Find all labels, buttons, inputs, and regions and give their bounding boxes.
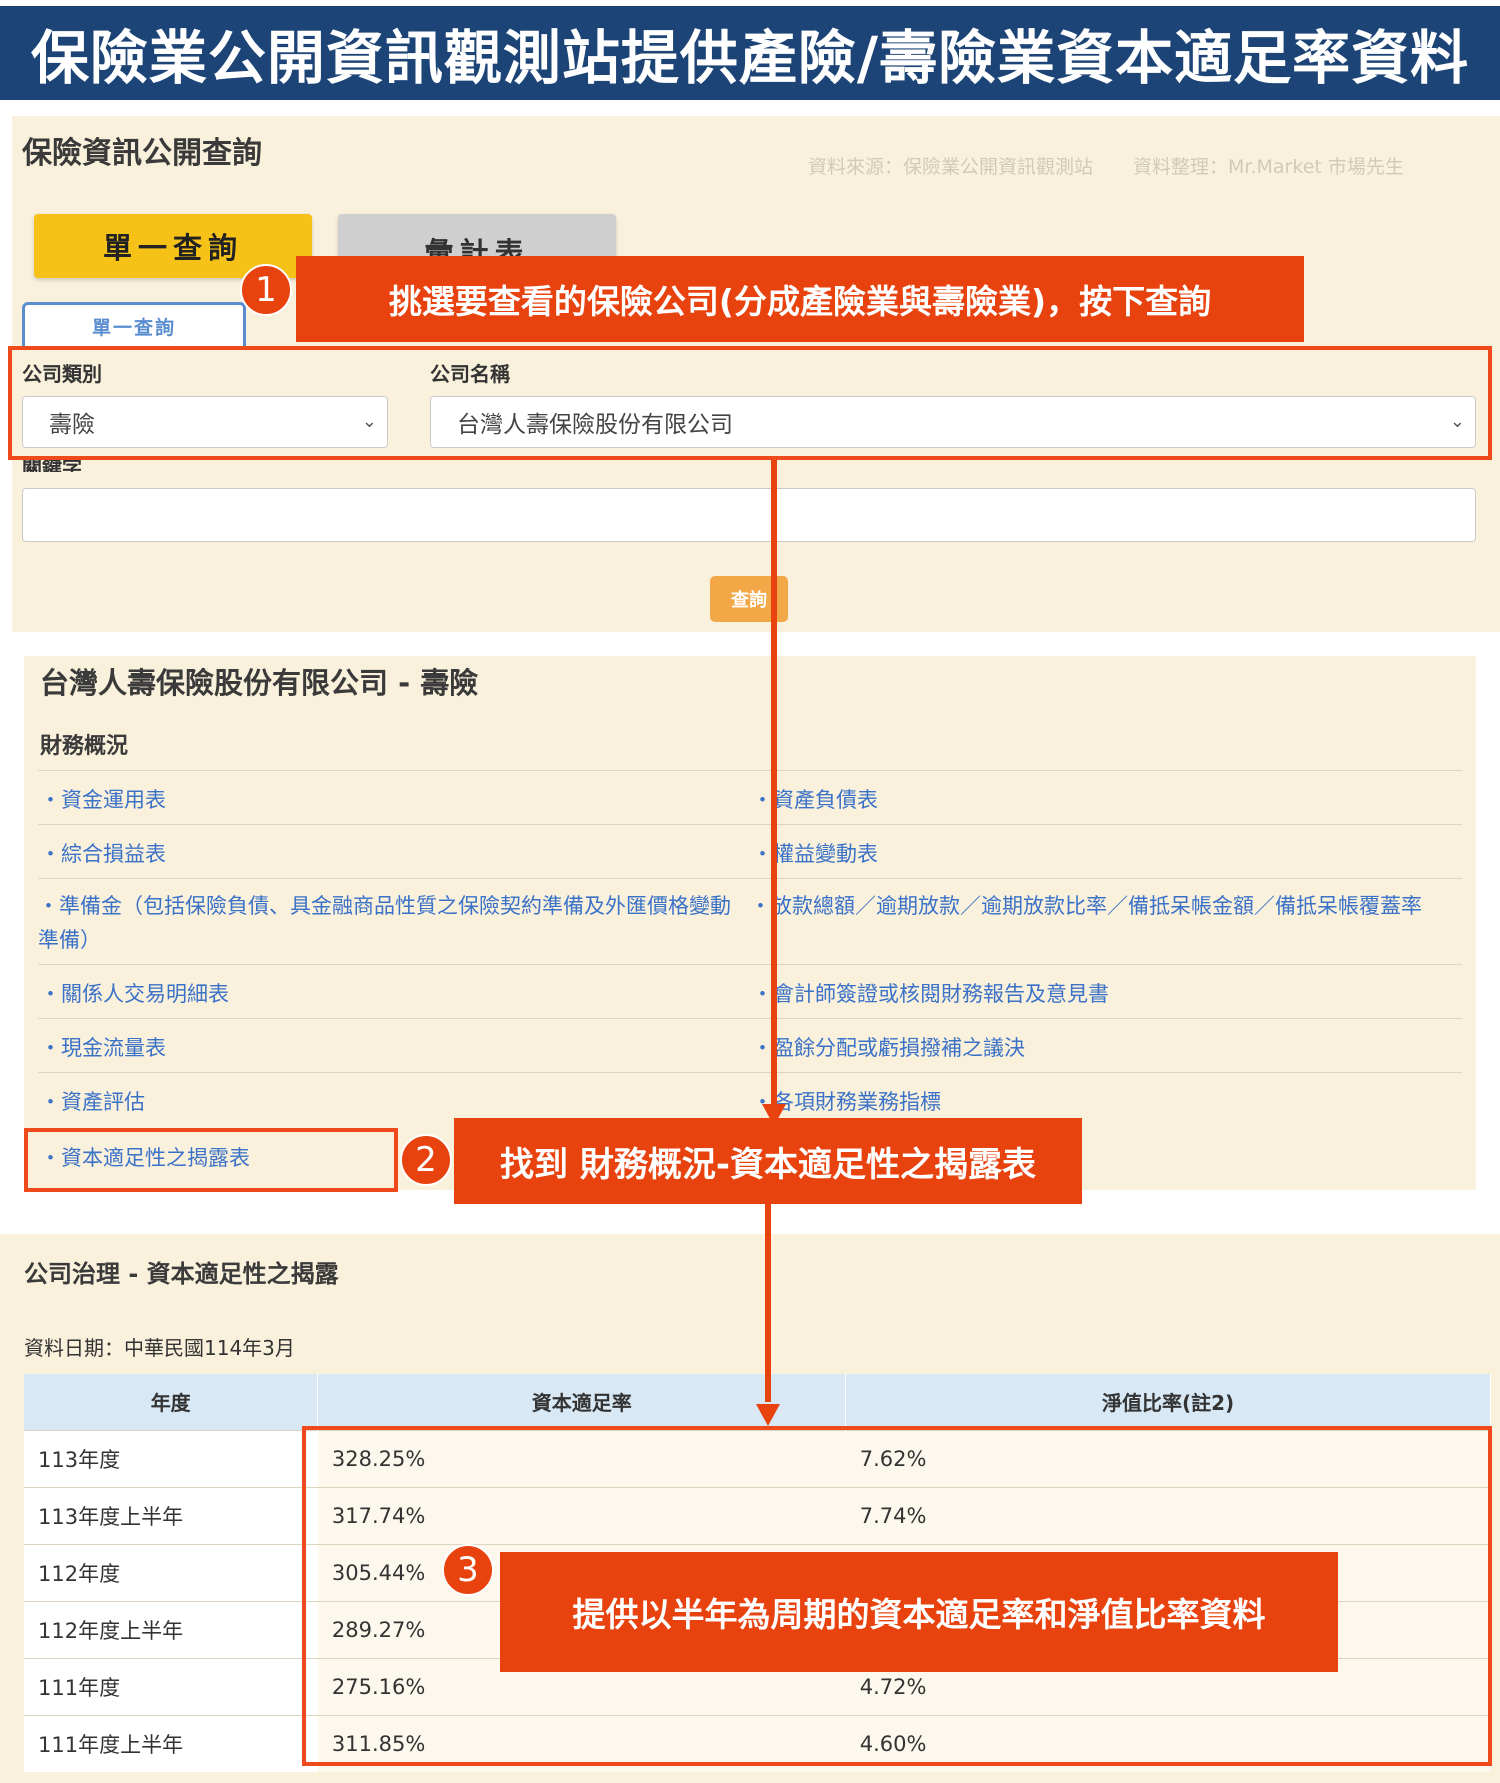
row-divider (38, 1018, 1462, 1019)
source-note-compiler: 資料整理：Mr.Market 市場先生 (1133, 156, 1404, 178)
keyword-input[interactable] (22, 488, 1476, 542)
link-loans[interactable]: ・放款總額／逾期放款／逾期放款比率／備抵呆帳金額／備抵呆帳覆蓋率 (750, 889, 1462, 923)
column-header-net-worth: 淨值比率(註2) (845, 1374, 1491, 1430)
link-earnings-distribution[interactable]: ・盈餘分配或虧損撥補之議決 (752, 1032, 1025, 1062)
step2-callout: 找到 財務概況-資本適足性之揭露表 (454, 1118, 1082, 1204)
step1-number-badge: 1 (240, 264, 292, 316)
banner-title: 保險業公開資訊觀測站提供產險/壽險業資本適足率資料 (30, 24, 1470, 92)
cell-year: 111年度上半年 (24, 1714, 318, 1772)
disclosure-title: 公司治理 - 資本適足性之揭露 (24, 1260, 339, 1288)
step3-callout: 提供以半年為周期的資本適足率和淨值比率資料 (500, 1552, 1338, 1672)
link-cash-flow[interactable]: ・現金流量表 (40, 1032, 166, 1062)
link-fund-utilization[interactable]: ・資金運用表 (40, 784, 166, 814)
cell-year: 112年度 (24, 1543, 318, 1601)
company-title: 台灣人壽保險股份有限公司 - 壽險 (40, 666, 479, 700)
connector-arrow-line (771, 460, 777, 1108)
row-divider (38, 878, 1462, 879)
source-note: 資料來源：保險業公開資訊觀測站 資料整理：Mr.Market 市場先生 (808, 152, 1404, 179)
source-note-source: 資料來源：保險業公開資訊觀測站 (808, 156, 1094, 178)
subtab-single-query[interactable]: 單一查詢 (22, 302, 246, 348)
title-banner: 保險業公開資訊觀測站提供產險/壽險業資本適足率資料 (0, 6, 1500, 100)
row-divider (38, 1072, 1462, 1073)
row-divider (38, 824, 1462, 825)
highlight-capital-adequacy-link (24, 1128, 398, 1192)
row-divider (38, 964, 1462, 965)
cell-year: 112年度上半年 (24, 1600, 318, 1658)
step1-callout: 挑選要查看的保險公司(分成產險業與壽險業)，按下查詢 (296, 256, 1304, 342)
link-income-statement[interactable]: ・綜合損益表 (40, 838, 166, 868)
row-divider (38, 770, 1462, 771)
column-header-year: 年度 (24, 1374, 319, 1430)
data-date: 資料日期：中華民國114年3月 (24, 1336, 295, 1360)
connector-arrow-line (765, 1192, 771, 1402)
step3-number-badge: 3 (442, 1544, 494, 1596)
link-reserves[interactable]: ・準備金（包括保險負債、具金融商品性質之保險契約準備及外匯價格變動準備） (38, 889, 750, 957)
link-auditor-report[interactable]: ・會計師簽證或核閱財務報告及意見書 (752, 978, 1109, 1008)
cell-year: 111年度 (24, 1657, 318, 1715)
link-asset-valuation[interactable]: ・資產評估 (40, 1086, 145, 1116)
step2-number-badge: 2 (400, 1134, 452, 1186)
cell-year: 113年度上半年 (24, 1486, 318, 1544)
arrowhead-icon (756, 1404, 780, 1426)
link-related-party[interactable]: ・關係人交易明細表 (40, 978, 229, 1008)
cell-year: 113年度 (24, 1429, 318, 1487)
page-title: 保險資訊公開查詢 (22, 136, 262, 171)
financial-overview-heading: 財務概況 (40, 734, 129, 759)
highlight-company-selectors (8, 346, 1492, 460)
